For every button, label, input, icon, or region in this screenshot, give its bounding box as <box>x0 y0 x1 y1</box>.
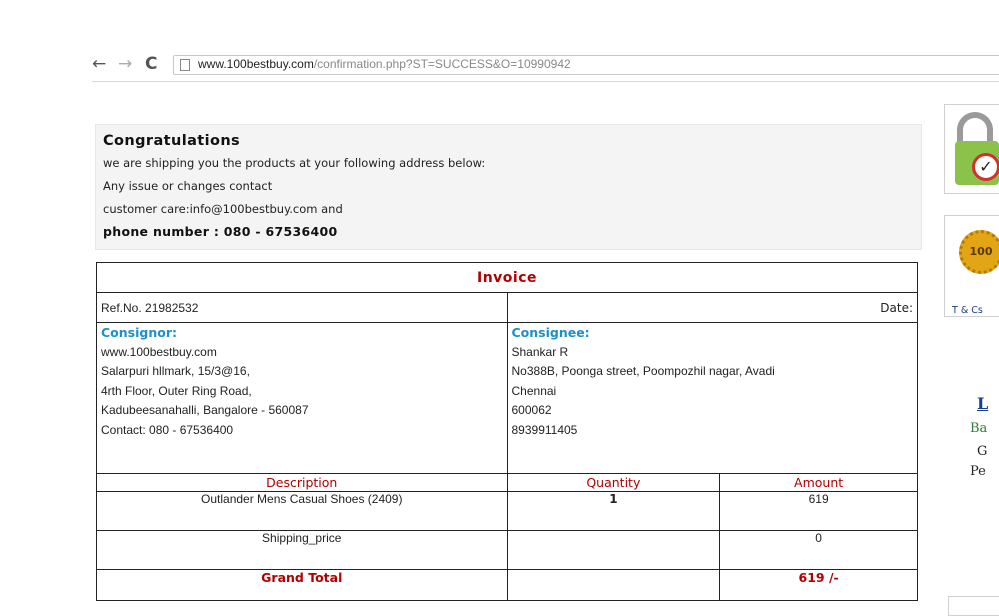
item-description: Shipping_price <box>96 530 508 570</box>
invoice-title: Invoice <box>96 262 918 293</box>
sidebar-text: G <box>977 444 988 459</box>
grand-total-row: Grand Total 619 /- <box>96 569 918 601</box>
back-arrow-icon[interactable]: ← <box>92 54 106 74</box>
message-line-2: Any issue or changes contact <box>103 179 273 193</box>
grand-total-amount: 619 /- <box>719 569 918 601</box>
item-amount: 619 <box>719 491 918 531</box>
ref-number: Ref.No. 21982532 <box>96 292 508 323</box>
consignee-line: 8939911405 <box>511 422 578 437</box>
sidebar-text: Pe <box>970 464 986 479</box>
secure-lock-badge: ✓ <box>944 104 999 194</box>
message-line-1: we are shipping you the products at your… <box>103 156 486 170</box>
consignor-block: Consignor: www.100bestbuy.com Salarpuri … <box>96 322 508 474</box>
sidebar-link[interactable]: L <box>977 394 988 413</box>
consignor-line: www.100bestbuy.com <box>101 344 217 359</box>
consignor-line: Salarpuri hllmark, 15/3@16, <box>101 364 250 378</box>
invoice-table: Invoice Ref.No. 21982532 Date: Consignor… <box>96 262 918 601</box>
guarantee-seal-icon: 100 <box>959 230 999 274</box>
consignee-label: Consignee: <box>511 325 590 340</box>
consignee-line: Chennai <box>511 383 557 398</box>
item-description: Outlander Mens Casual Shoes (2409) <box>96 491 508 531</box>
item-quantity <box>506 530 721 570</box>
url-text[interactable]: www.100bestbuy.com/confirmation.php?ST=S… <box>198 57 571 71</box>
url-path: /confirmation.php?ST=SUCCESS&O=10990942 <box>313 57 571 71</box>
item-quantity: 1 <box>506 491 721 531</box>
support-phone: phone number : 080 - 67536400 <box>103 224 338 239</box>
grand-total-quantity <box>506 569 721 601</box>
terms-link[interactable]: T & Cs <box>952 305 983 316</box>
item-amount: 0 <box>719 530 918 570</box>
consignee-block: Consignee: Shankar R No388B, Poonga stre… <box>506 322 918 474</box>
confirmation-message: Congratulations we are shipping you the … <box>95 124 922 250</box>
reload-icon[interactable]: C <box>145 54 157 74</box>
sidebar-text: Ba <box>970 421 988 436</box>
consignor-line: 4rth Floor, Outer Ring Road, <box>101 383 252 398</box>
consignor-line: Contact: 080 - 67536400 <box>101 422 234 437</box>
consignor-line: Kadubeesanahalli, Bangalore - 560087 <box>101 403 309 417</box>
checkmark-icon: ✓ <box>972 153 999 181</box>
grand-total-label: Grand Total <box>96 569 508 601</box>
toolbar-divider <box>92 81 999 82</box>
description-header: Description <box>96 473 508 492</box>
forward-arrow-icon[interactable]: → <box>118 54 132 74</box>
consignor-label: Consignor: <box>101 325 177 340</box>
money-back-badge: 100 T & Cs <box>944 215 999 317</box>
sidebar-box <box>948 596 999 616</box>
quantity-header: Quantity <box>506 473 721 492</box>
table-row: Shipping_price 0 <box>96 530 918 570</box>
browser-toolbar: ← → C www.100bestbuy.com/confirmation.ph… <box>0 52 999 80</box>
page-icon <box>180 59 190 71</box>
table-row: Outlander Mens Casual Shoes (2409) 1 619 <box>96 491 918 531</box>
congrats-heading: Congratulations <box>103 133 241 149</box>
address-bar[interactable]: www.100bestbuy.com/confirmation.php?ST=S… <box>173 55 999 75</box>
amount-header: Amount <box>719 473 918 492</box>
invoice-date: Date: <box>506 292 918 323</box>
consignee-line: Shankar R <box>511 344 569 359</box>
message-line-3: customer care:info@100bestbuy.com and <box>103 202 343 216</box>
url-host: www.100bestbuy.com <box>198 57 314 71</box>
consignee-line: No388B, Poonga street, Poompozhil nagar,… <box>511 364 775 378</box>
consignee-line: 600062 <box>511 403 552 417</box>
